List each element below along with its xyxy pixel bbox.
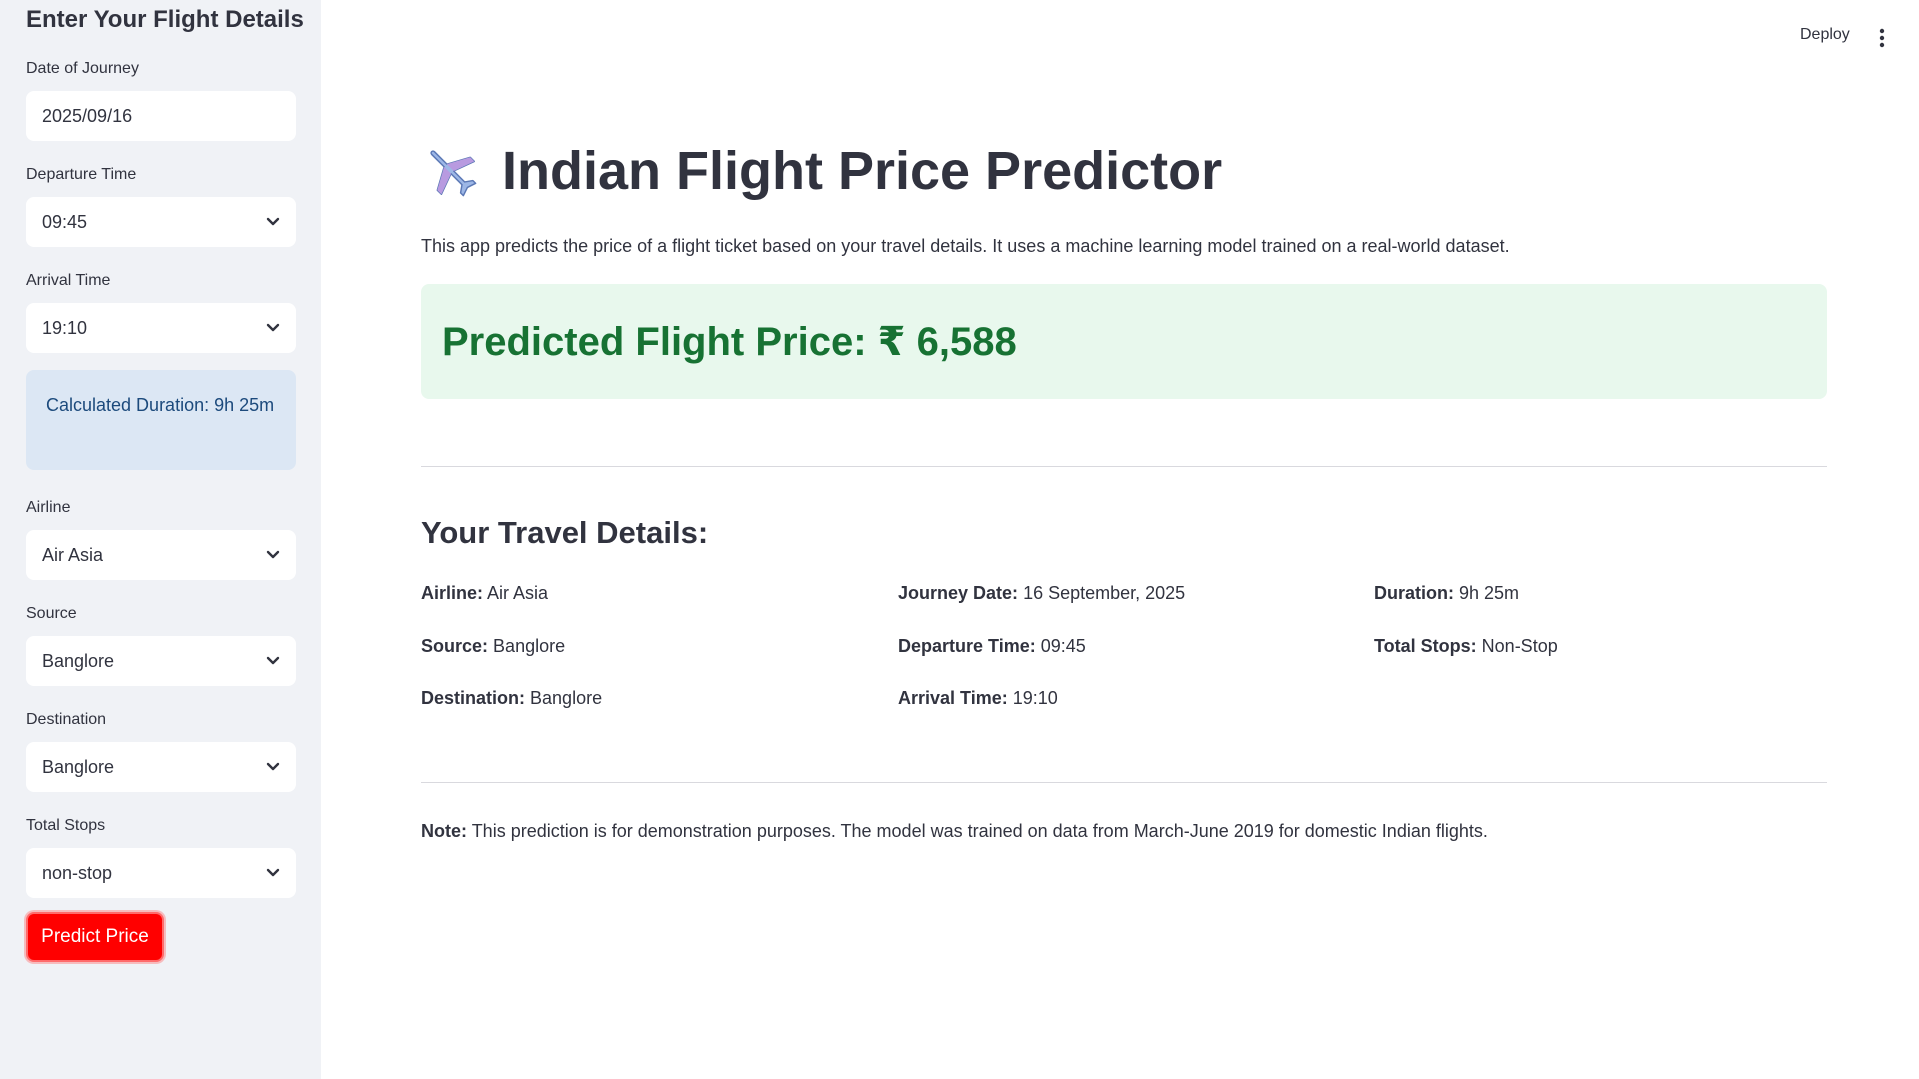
detail-journey-date: Journey Date: 16 September, 2025 (898, 583, 1185, 604)
departure-time-value: 09:45 (42, 211, 88, 232)
detail-label: Departure Time: (898, 636, 1036, 656)
source-select[interactable]: Banglore (26, 636, 296, 686)
duration-info-box: Calculated Duration: 9h 25m (26, 370, 296, 470)
note-label: Note: (421, 821, 467, 841)
travel-details-title: Your Travel Details: (421, 515, 709, 550)
detail-label: Journey Date: (898, 583, 1019, 603)
detail-departure-time: Departure Time: 09:45 (898, 636, 1086, 657)
divider (421, 782, 1827, 783)
departure-time-select[interactable]: 09:45 (26, 197, 296, 247)
kebab-menu-icon[interactable] (1876, 26, 1888, 50)
destination-value: Banglore (42, 756, 115, 777)
detail-source: Source: Banglore (421, 636, 565, 657)
destination-label: Destination (26, 711, 107, 728)
source-label: Source (26, 605, 77, 622)
page-title-text: Indian Flight Price Predictor (502, 141, 1223, 201)
chevron-down-icon (266, 866, 280, 880)
prediction-result-text: Predicted Flight Price: ₹ 6,588 (442, 319, 1017, 364)
destination-select[interactable]: Banglore (26, 742, 296, 792)
arrival-time-label: Arrival Time (26, 272, 111, 289)
detail-arrival-time: Arrival Time: 19:10 (898, 688, 1058, 709)
duration-info-text: Calculated Duration: 9h 25m (46, 395, 275, 415)
date-input[interactable]: 2025/09/16 (26, 91, 296, 141)
detail-value: 09:45 (1040, 636, 1086, 656)
chevron-down-icon (266, 654, 280, 668)
deploy-button[interactable]: Deploy (1800, 26, 1850, 44)
detail-value: Non-Stop (1481, 636, 1558, 656)
detail-label: Source: (421, 636, 489, 656)
airline-value: Air Asia (42, 544, 104, 565)
detail-value: Banglore (493, 636, 566, 656)
total-stops-select[interactable]: non-stop (26, 848, 296, 898)
airplane-icon (420, 140, 482, 202)
source-value: Banglore (42, 650, 115, 671)
date-label: Date of Journey (26, 60, 139, 77)
detail-value: Banglore (530, 688, 603, 708)
date-value: 2025/09/16 (42, 105, 133, 126)
detail-airline: Airline: Air Asia (421, 583, 548, 604)
chevron-down-icon (266, 321, 280, 335)
detail-value: 16 September, 2025 (1023, 583, 1186, 603)
divider (421, 466, 1827, 467)
detail-value: Air Asia (487, 583, 549, 603)
departure-time-label: Departure Time (26, 166, 137, 183)
sidebar-title: Enter Your Flight Details (26, 6, 304, 33)
detail-value: 19:10 (1012, 688, 1058, 708)
detail-destination: Destination: Banglore (421, 688, 602, 709)
chevron-down-icon (266, 548, 280, 562)
detail-label: Arrival Time: (898, 688, 1008, 708)
app-root: Enter Your Flight Details Date of Journe… (0, 0, 1919, 1079)
chevron-down-icon (266, 215, 280, 229)
detail-label: Destination: (421, 688, 526, 708)
detail-label: Total Stops: (1374, 636, 1477, 656)
prediction-result-box: Predicted Flight Price: ₹ 6,588 (421, 284, 1827, 399)
sidebar: Enter Your Flight Details Date of Journe… (0, 0, 321, 1079)
app-description: This app predicts the price of a flight … (421, 236, 1510, 256)
airline-select[interactable]: Air Asia (26, 530, 296, 580)
predict-price-button[interactable]: Predict Price (26, 912, 164, 962)
note-text: This prediction is for demonstration pur… (471, 821, 1488, 841)
detail-label: Duration: (1374, 583, 1454, 603)
chevron-down-icon (266, 760, 280, 774)
detail-value: 9h 25m (1459, 583, 1520, 603)
arrival-time-select[interactable]: 19:10 (26, 303, 296, 353)
disclaimer-note: Note: This prediction is for demonstrati… (421, 821, 1488, 842)
detail-total-stops: Total Stops: Non-Stop (1374, 636, 1558, 657)
total-stops-label: Total Stops (26, 817, 106, 834)
arrival-time-value: 19:10 (42, 317, 88, 338)
total-stops-value: non-stop (42, 862, 113, 883)
detail-label: Airline: (421, 583, 484, 603)
detail-duration: Duration: 9h 25m (1374, 583, 1519, 604)
page-title: Indian Flight Price Predictor (420, 140, 1222, 202)
airline-label: Airline (26, 499, 71, 516)
